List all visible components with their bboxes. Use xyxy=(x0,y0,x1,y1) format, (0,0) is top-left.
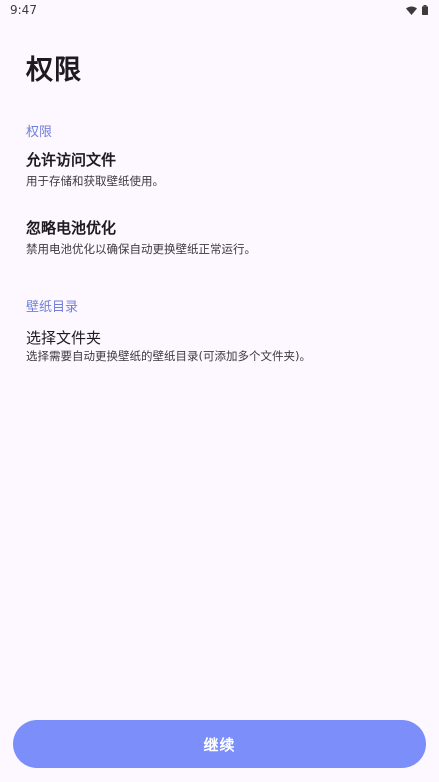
status-bar: 9:47 xyxy=(0,0,439,22)
page-title: 权限 xyxy=(26,55,82,86)
pref-allow-file-access[interactable]: 允许访问文件 用于存储和获取壁纸使用。 xyxy=(26,150,416,189)
wifi-icon xyxy=(406,6,417,15)
pref-summary: 选择需要自动更换壁纸的壁纸目录(可添加多个文件夹)。 xyxy=(26,349,311,363)
pref-summary: 禁用电池优化以确保自动更换壁纸正常运行。 xyxy=(26,242,256,256)
pref-title: 选择文件夹 xyxy=(26,329,102,347)
status-time: 9:47 xyxy=(10,3,37,17)
pref-select-folder[interactable]: 选择文件夹 选择需要自动更换壁纸的壁纸目录(可添加多个文件夹)。 xyxy=(26,328,416,364)
pref-title: 允许访问文件 xyxy=(26,151,117,169)
section-header-wallpaper-directory: 壁纸目录 xyxy=(26,300,79,315)
pref-title: 忽略电池优化 xyxy=(26,219,117,237)
pref-summary: 用于存储和获取壁纸使用。 xyxy=(26,174,164,188)
status-icons xyxy=(406,5,428,15)
pref-ignore-battery-optimization[interactable]: 忽略电池优化 禁用电池优化以确保自动更换壁纸正常运行。 xyxy=(26,218,416,257)
section-header-permissions: 权限 xyxy=(26,125,53,140)
continue-button[interactable]: 继续 xyxy=(13,720,426,768)
battery-icon xyxy=(422,5,428,15)
